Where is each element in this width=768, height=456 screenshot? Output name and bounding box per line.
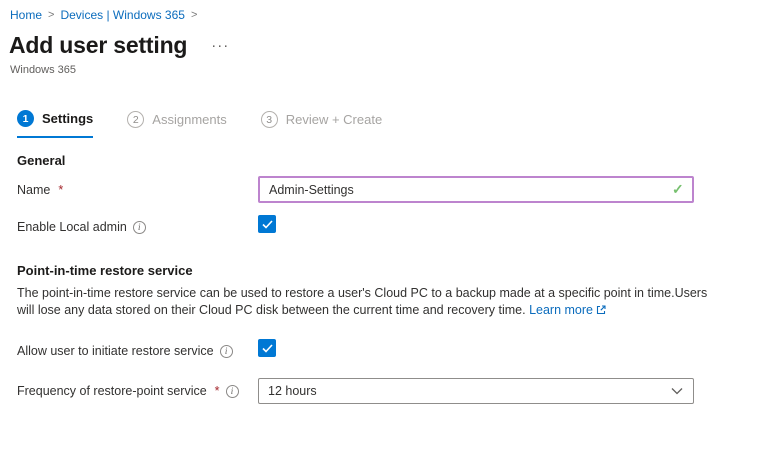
- step-2-badge: 2: [127, 111, 145, 128]
- breadcrumb: Home > Devices | Windows 365 >: [10, 8, 197, 22]
- allow-restore-checkbox[interactable]: [258, 339, 276, 357]
- name-label: Name *: [17, 183, 64, 197]
- step-1-label: Settings: [42, 111, 94, 126]
- wizard-steps: 1 Settings 2 Assignments 3 Review + Crea…: [17, 110, 382, 138]
- restore-description: The point-in-time restore service can be…: [17, 285, 719, 319]
- frequency-dropdown[interactable]: 12 hours: [258, 378, 694, 404]
- enable-local-admin-checkbox[interactable]: [258, 215, 276, 233]
- page-subtitle: Windows 365: [10, 64, 77, 76]
- general-section-heading: General: [17, 153, 66, 168]
- required-asterisk: *: [58, 183, 64, 197]
- checkmark-icon: [261, 343, 273, 353]
- frequency-label: Frequency of restore-point service * i: [17, 384, 239, 398]
- step-1-badge: 1: [17, 110, 34, 127]
- info-icon[interactable]: i: [219, 344, 233, 358]
- chevron-down-icon: [671, 384, 683, 398]
- frequency-selected-value: 12 hours: [268, 384, 317, 398]
- enable-local-admin-label: Enable Local admin i: [17, 220, 146, 234]
- add-user-setting-page: Home > Devices | Windows 365 > Add user …: [0, 0, 768, 456]
- page-title: Add user setting: [9, 32, 188, 58]
- step-3-badge: 3: [260, 111, 278, 128]
- restore-section-heading: Point-in-time restore service: [17, 263, 193, 278]
- header: Add user setting ···: [9, 32, 231, 59]
- breadcrumb-separator: >: [190, 9, 198, 21]
- breadcrumb-separator: >: [48, 9, 55, 21]
- tab-review-create[interactable]: 3 Review + Create: [260, 110, 383, 138]
- breadcrumb-home-link[interactable]: Home: [10, 8, 42, 22]
- more-options-button[interactable]: ···: [209, 37, 231, 55]
- allow-restore-label: Allow user to initiate restore service i: [17, 344, 233, 358]
- external-link-icon: [596, 303, 606, 320]
- breadcrumb-devices-windows365-link[interactable]: Devices | Windows 365: [60, 8, 185, 22]
- info-icon[interactable]: i: [225, 384, 239, 398]
- info-icon[interactable]: i: [132, 220, 146, 234]
- step-3-label: Review + Create: [285, 112, 383, 127]
- tab-assignments[interactable]: 2 Assignments: [127, 110, 227, 138]
- tab-settings[interactable]: 1 Settings: [17, 110, 94, 138]
- required-asterisk: *: [214, 384, 220, 398]
- step-2-label: Assignments: [152, 112, 227, 127]
- name-input[interactable]: [258, 176, 694, 203]
- checkmark-icon: [261, 219, 273, 229]
- learn-more-link[interactable]: Learn more: [529, 303, 606, 317]
